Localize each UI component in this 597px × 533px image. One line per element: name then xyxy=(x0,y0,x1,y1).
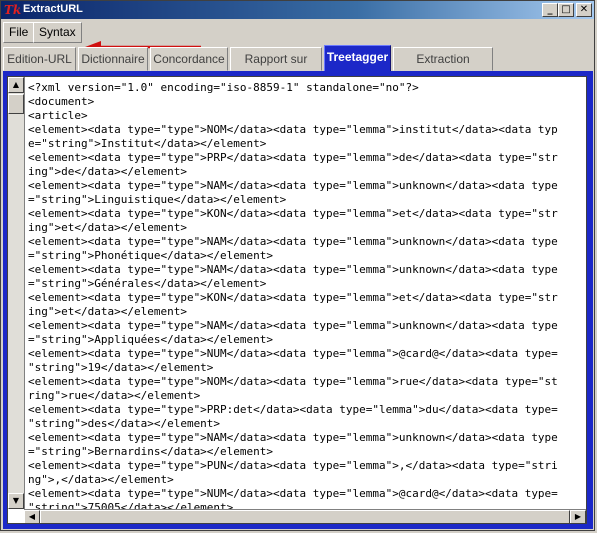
code-line: <element><data type="type">KON</data><da… xyxy=(28,291,558,304)
code-line: e="string">Institut</data></element> xyxy=(28,137,267,150)
code-line: <element><data type="type">NOM</data><da… xyxy=(28,123,558,136)
tab-concordance[interactable]: Concordance xyxy=(150,47,228,71)
tab-extraction-patrons[interactable]: Extraction Patrons xyxy=(393,47,493,88)
horizontal-scroll-thumb[interactable] xyxy=(40,510,570,523)
menu-file[interactable]: File xyxy=(3,22,35,43)
xml-content: <?xml version="1.0" encoding="iso-8859-1… xyxy=(28,81,586,509)
tab-label: Treetagger xyxy=(326,50,389,64)
tab-bar: Edition-URL Dictionnaire Concordance Rap… xyxy=(3,45,593,88)
tab-label: Dictionnaire xyxy=(81,52,145,66)
code-line: <article> xyxy=(28,109,88,122)
code-line: <?xml version="1.0" encoding="iso-8859-1… xyxy=(28,81,419,94)
code-line: ="string">Bernardins</data></element> xyxy=(28,445,274,458)
menu-syntax[interactable]: Syntax xyxy=(33,22,82,43)
code-line: "string">19</data></element> xyxy=(28,361,214,374)
code-line: "string">des</data></element> xyxy=(28,417,221,430)
treetagger-panel: ▲ ▼ <?xml version="1.0" encoding="iso-88… xyxy=(3,71,593,529)
code-line: ="string">Générales</data></element> xyxy=(28,277,267,290)
maximize-button[interactable]: □ xyxy=(558,3,574,17)
code-line: "string">75005</data></element> xyxy=(28,501,234,509)
code-line: ing">de</data></element> xyxy=(28,165,187,178)
minimize-button[interactable]: _ xyxy=(542,3,558,17)
tab-dictionnaire[interactable]: Dictionnaire xyxy=(78,47,148,71)
code-line: <element><data type="type">NAM</data><da… xyxy=(28,319,558,332)
code-line: ="string">Appliquées</data></element> xyxy=(28,333,274,346)
app-window: Tk ExtractURL _ □ ✕ File Syntax Edition-… xyxy=(0,0,595,531)
code-line: <element><data type="type">NUM</data><da… xyxy=(28,347,558,360)
code-line: ing">et</data></element> xyxy=(28,305,187,318)
scroll-right-icon[interactable]: ▶ xyxy=(570,510,586,523)
code-line: ="string">Linguistique</data></element> xyxy=(28,193,287,206)
window-title: ExtractURL xyxy=(23,3,83,15)
code-line: ring">rue</data></element> xyxy=(28,389,201,402)
code-line: <element><data type="type">KON</data><da… xyxy=(28,207,558,220)
code-line: <element><data type="type">NUM</data><da… xyxy=(28,487,558,500)
code-line: ng">,</data></element> xyxy=(28,473,174,486)
menu-bar: File Syntax xyxy=(1,19,594,53)
scroll-up-icon[interactable]: ▲ xyxy=(8,77,24,93)
code-line: <document> xyxy=(28,95,95,108)
code-line: <element><data type="type">PRP:det</data… xyxy=(28,403,558,416)
vertical-scrollbar[interactable]: ▲ ▼ xyxy=(8,77,25,509)
tk-logo-icon: Tk xyxy=(4,3,22,17)
code-line: <element><data type="type">NOM</data><da… xyxy=(28,375,558,388)
scroll-down-icon[interactable]: ▼ xyxy=(8,493,24,509)
tab-treetagger[interactable]: Treetagger xyxy=(324,45,391,72)
scroll-left-icon[interactable]: ◀ xyxy=(24,510,40,523)
tab-label: Edition-URL xyxy=(7,52,72,66)
vertical-scroll-thumb[interactable] xyxy=(8,94,24,114)
code-line: <element><data type="type">PRP</data><da… xyxy=(28,151,558,164)
code-line: <element><data type="type">NAM</data><da… xyxy=(28,179,558,192)
tab-edition-url[interactable]: Edition-URL xyxy=(3,47,76,71)
tab-label: Concordance xyxy=(153,52,225,66)
tab-rapport-sur-url[interactable]: Rapport sur URL xyxy=(230,47,322,88)
title-bar[interactable]: Tk ExtractURL _ □ ✕ xyxy=(1,1,594,19)
xml-output-textarea[interactable]: ▲ ▼ <?xml version="1.0" encoding="iso-88… xyxy=(7,76,587,524)
horizontal-scrollbar[interactable]: ◀ ▶ xyxy=(24,509,586,523)
code-line: ="string">Phonétique</data></element> xyxy=(28,249,274,262)
close-button[interactable]: ✕ xyxy=(576,3,592,17)
code-line: <element><data type="type">PUN</data><da… xyxy=(28,459,558,472)
code-line: <element><data type="type">NAM</data><da… xyxy=(28,431,558,444)
code-line: <element><data type="type">NAM</data><da… xyxy=(28,235,558,248)
code-line: <element><data type="type">NAM</data><da… xyxy=(28,263,558,276)
code-line: ing">et</data></element> xyxy=(28,221,187,234)
